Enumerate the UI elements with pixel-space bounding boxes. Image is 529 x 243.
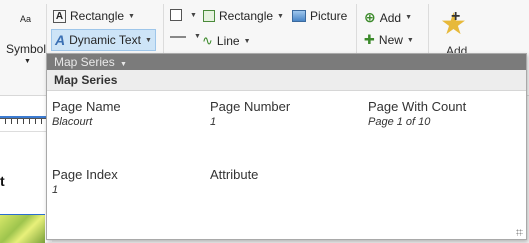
resize-grip-icon[interactable] <box>516 229 523 236</box>
layout-text-fragment: t <box>0 173 5 189</box>
plus-icon: + <box>451 8 461 25</box>
symbol-dropdown-icon[interactable]: ▼ <box>24 58 31 65</box>
chevron-down-icon: ▼ <box>120 61 127 68</box>
rectangle-label: Rectangle <box>219 9 274 23</box>
text-rectangle-label: Rectangle <box>70 9 125 23</box>
dynamic-text-icon: A <box>55 32 66 48</box>
line-icon: ∿ <box>202 33 213 48</box>
field-page-name[interactable]: Page Name Blacourt <box>52 99 121 128</box>
field-name: Page Name <box>52 99 121 114</box>
chevron-down-icon: ▼ <box>144 36 152 44</box>
ruler <box>0 118 52 132</box>
picture-icon <box>292 10 306 22</box>
picture-label: Picture <box>310 9 348 23</box>
chevron-down-icon: ▼ <box>194 33 201 40</box>
rectangle-button[interactable]: Rectangle ▼ <box>203 9 284 23</box>
line-style-button[interactable]: ▼ <box>170 33 201 40</box>
gallery-header-label: Map Series <box>54 55 115 69</box>
map-frame[interactable] <box>0 214 45 243</box>
line-style-icon <box>170 35 186 38</box>
field-value: Page 1 of 10 <box>368 116 431 128</box>
text-style-icon[interactable]: Aa <box>20 14 31 24</box>
new-label: New <box>378 33 403 47</box>
chevron-down-icon: ▼ <box>243 37 251 45</box>
line-button[interactable]: ∿ Line ▼ <box>202 33 251 49</box>
field-name: Page With Count <box>368 99 467 114</box>
field-name: Attribute <box>210 167 259 182</box>
line-label: Line <box>216 34 240 48</box>
rectangle-icon <box>203 10 215 22</box>
symbol-label: Symbol <box>6 42 47 56</box>
text-rectangle-button[interactable]: A Rectangle ▼ <box>53 9 135 23</box>
field-page-index[interactable]: Page Index 1 <box>52 167 118 196</box>
new-button[interactable]: ✚ New ▼ <box>364 32 414 48</box>
shape-fill-button[interactable]: ▼ <box>170 9 197 21</box>
gallery-header[interactable]: Map Series ▼ <box>47 54 526 70</box>
field-name: Page Number <box>210 99 291 114</box>
field-page-number[interactable]: Page Number 1 <box>210 99 290 128</box>
field-name: Page Index <box>52 167 118 182</box>
new-icon: ✚ <box>364 32 375 47</box>
chevron-down-icon: ▼ <box>128 12 135 20</box>
add-icon: ⊕ <box>364 9 376 25</box>
dynamic-text-button[interactable]: A Dynamic Text ▼ <box>51 29 156 51</box>
chevron-down-icon: ▼ <box>405 14 413 21</box>
field-value: Blacourt <box>52 116 93 128</box>
gallery-section-title: Map Series <box>47 70 526 91</box>
dynamic-text-label: Dynamic Text <box>69 33 141 47</box>
chevron-down-icon: ▼ <box>190 11 197 19</box>
field-value: 1 <box>52 184 59 196</box>
square-icon <box>170 9 182 21</box>
field-value: 1 <box>210 116 217 128</box>
field-attribute[interactable]: Attribute <box>210 167 258 184</box>
chevron-down-icon: ▼ <box>406 36 414 44</box>
field-page-with-count[interactable]: Page With Count Page 1 of 10 <box>368 99 466 128</box>
picture-button[interactable]: Picture <box>292 9 347 23</box>
dynamic-text-gallery: Map Series ▼ Map Series Page Name Blacou… <box>46 53 527 240</box>
add-label: Add <box>379 10 402 25</box>
chevron-down-icon: ▼ <box>277 12 284 20</box>
symbol-button[interactable]: Symbol <box>6 42 46 56</box>
text-a-icon: A <box>53 9 66 23</box>
add-button[interactable]: ⊕ Add ▼ <box>364 9 412 26</box>
